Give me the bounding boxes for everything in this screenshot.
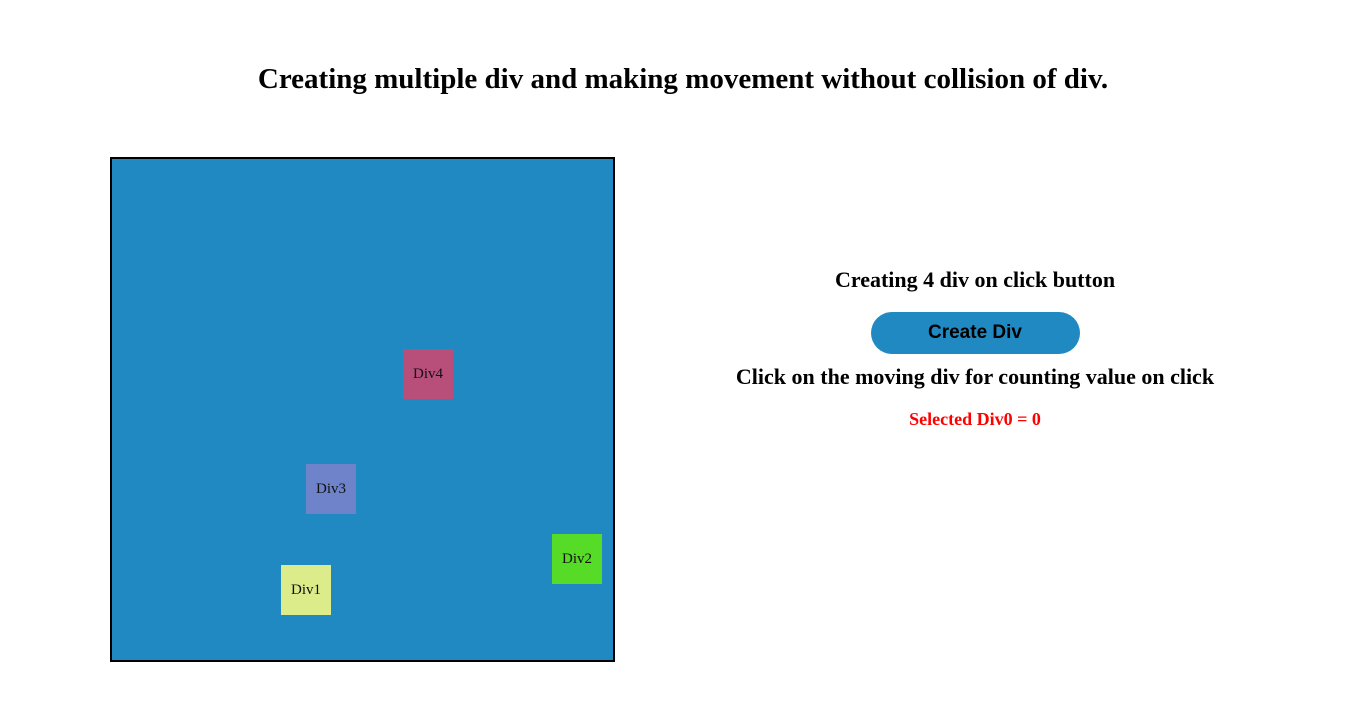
panel-instruction: Click on the moving div for counting val… bbox=[735, 364, 1215, 389]
moving-div-2[interactable]: Div2 bbox=[552, 534, 602, 584]
selected-div-status: Selected Div0 = 0 bbox=[909, 409, 1041, 429]
movement-arena: Div4 Div3 Div1 Div2 bbox=[110, 157, 615, 662]
moving-div-3[interactable]: Div3 bbox=[306, 464, 356, 514]
moving-div-1[interactable]: Div1 bbox=[281, 565, 331, 615]
create-div-button[interactable]: Create Div bbox=[870, 312, 1080, 354]
moving-div-4[interactable]: Div4 bbox=[403, 349, 453, 399]
control-panel: Creating 4 div on click button Create Di… bbox=[700, 260, 1250, 432]
page-title: Creating multiple div and making movemen… bbox=[257, 63, 1109, 95]
panel-heading: Creating 4 div on click button bbox=[834, 267, 1116, 292]
